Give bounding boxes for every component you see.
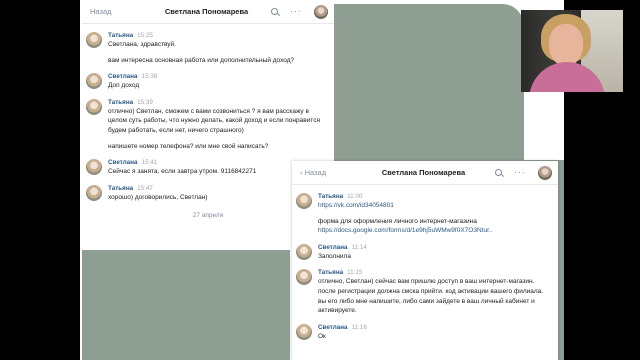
avatar[interactable]	[296, 269, 312, 286]
message-time: 15:38	[141, 73, 158, 81]
message: Светлана 11:14 Заполнила	[292, 243, 558, 262]
chat-header: Назад Светлана Пономарева ···	[82, 0, 334, 24]
message-text: Светлана, здравствуй.	[108, 41, 176, 48]
header-avatar[interactable]	[538, 165, 552, 180]
message-time: 11:14	[351, 243, 367, 251]
search-icon[interactable]	[271, 8, 278, 15]
message: Татьяна 15:25 Светлана, здравствуй. вам и…	[82, 31, 334, 65]
back-button[interactable]: ‹ Назад	[292, 168, 352, 177]
sender-name[interactable]: Татьяна	[108, 32, 133, 39]
search-icon[interactable]	[495, 169, 502, 176]
back-label: Назад	[304, 168, 327, 177]
chat-header: ‹ Назад Светлана Пономарева ···	[292, 161, 558, 185]
chat-window-2: ‹ Назад Светлана Пономарева ··· Татьяна 1…	[292, 161, 558, 360]
message: Светлана 11:16 Ок	[292, 323, 558, 342]
message-link[interactable]: https://vk.com/id34054801	[318, 201, 552, 211]
message-time: 11:00	[347, 193, 363, 200]
avatar[interactable]	[86, 73, 102, 90]
webcam-person-face	[549, 24, 583, 66]
back-button[interactable]: Назад	[82, 7, 142, 16]
presentation-slide: Назад Светлана Пономарева ··· Татьяна 15:…	[0, 0, 640, 360]
chat-title: Светлана Пономарева	[381, 168, 466, 177]
avatar[interactable]	[296, 243, 312, 260]
avatar[interactable]	[296, 323, 312, 340]
message-text: Заполнила	[318, 252, 351, 260]
message: Татьяна 11:15 отлично, Светлан) сейчас ва…	[292, 268, 558, 315]
sender-name[interactable]: Татьяна	[318, 269, 343, 276]
message-time: 11:15	[347, 269, 363, 277]
message-time: 15:41	[141, 159, 158, 167]
webcam-video	[521, 10, 623, 92]
decorative-shape-bottom	[82, 250, 290, 360]
message-time: 15:39	[137, 98, 153, 106]
message-text: форма для оформления личного интернет-ма…	[318, 217, 477, 225]
sender-name[interactable]: Светлана	[108, 159, 138, 166]
header-avatar[interactable]	[314, 4, 328, 19]
chat-title: Светлана Пономарева	[164, 7, 249, 16]
avatar[interactable]	[86, 159, 102, 176]
message-text: отлично, Светлан) сейчас вам пришлю дост…	[318, 278, 544, 315]
message: Татьяна 11:00 https://vk.com/id34054801 ф…	[292, 192, 558, 236]
message-text: вам интересна основная работа или дополн…	[108, 56, 295, 64]
sender-name[interactable]: Татьяна	[318, 193, 343, 200]
more-icon[interactable]: ···	[514, 168, 526, 177]
sender-name[interactable]: Светлана	[318, 244, 348, 251]
sender-name[interactable]: Татьяна	[108, 185, 133, 192]
avatar[interactable]	[86, 32, 102, 48]
message-text: Доп доход	[108, 82, 140, 90]
avatar[interactable]	[86, 184, 102, 201]
more-icon[interactable]: ···	[290, 7, 302, 16]
message-time: 15:25	[137, 32, 153, 39]
avatar[interactable]	[296, 193, 312, 209]
message: Светлана 15:38 Доп доход	[82, 72, 334, 91]
message-text: Ок	[318, 332, 326, 340]
message-link[interactable]: https://docs.google.com/forms/d/1e9hj5uW…	[318, 226, 552, 236]
message-time: 15:47	[137, 184, 153, 192]
sender-name[interactable]: Светлана	[108, 73, 138, 80]
message-text: отлично) Светлан, сможем с вами созвонит…	[108, 107, 320, 134]
decorative-shape-top	[334, 4, 524, 161]
sender-name[interactable]: Татьяна	[108, 99, 133, 106]
avatar[interactable]	[86, 98, 102, 115]
message-time: 11:16	[351, 323, 367, 331]
message-text: напишете номер телефона? или мне свой на…	[108, 142, 269, 150]
message: Татьяна 15:39 отлично) Светлан, сможем с …	[82, 98, 334, 151]
sender-name[interactable]: Светлана	[318, 324, 348, 331]
